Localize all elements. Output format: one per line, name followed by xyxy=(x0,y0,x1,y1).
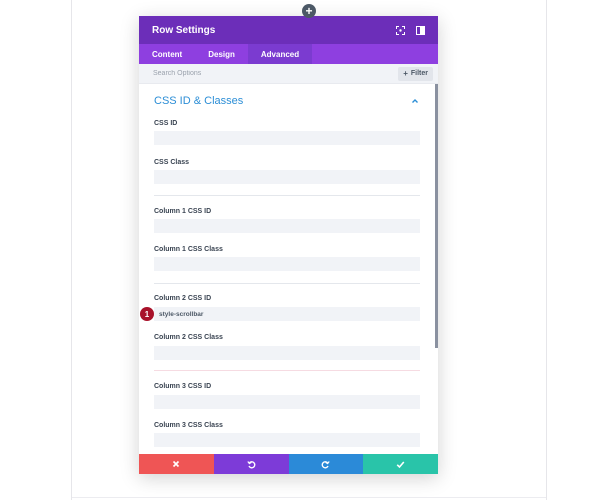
settings-tabs: Content Design Advanced xyxy=(139,44,438,64)
search-bar: + Filter xyxy=(139,64,438,84)
section-header[interactable]: CSS ID & Classes xyxy=(154,95,420,107)
modal-title: Row Settings xyxy=(152,24,216,36)
search-options-input[interactable] xyxy=(153,70,399,77)
column-3-css-class-input[interactable] xyxy=(154,433,420,447)
close-icon xyxy=(173,460,180,468)
field-label-column-2-css-class: Column 2 CSS Class xyxy=(154,334,223,341)
tab-advanced[interactable]: Advanced xyxy=(247,44,313,64)
tab-content[interactable]: Content xyxy=(139,44,195,64)
cancel-button[interactable] xyxy=(139,454,214,474)
divider xyxy=(154,370,420,371)
chevron-up-icon[interactable] xyxy=(410,96,420,106)
add-row-button[interactable]: + xyxy=(302,4,316,18)
column-2-css-id-input[interactable] xyxy=(154,307,420,321)
divider xyxy=(154,283,420,284)
column-1-css-class-input[interactable] xyxy=(154,257,420,271)
filter-button[interactable]: + Filter xyxy=(398,66,433,81)
column-3-css-id-input[interactable] xyxy=(154,395,420,409)
check-icon xyxy=(396,460,405,468)
field-label-css-id: CSS ID xyxy=(154,120,178,127)
redo-button[interactable] xyxy=(288,454,364,474)
column-2-css-class-input[interactable] xyxy=(154,346,420,360)
field-label-css-class: CSS Class xyxy=(154,159,190,166)
row-settings-modal: Row Settings Content Design Advanced + F… xyxy=(139,16,438,474)
field-label-column-3-css-class: Column 3 CSS Class xyxy=(154,422,223,429)
settings-body[interactable]: CSS ID & Classes CSS ID CSS Class Column… xyxy=(139,84,438,454)
section-bottom-border xyxy=(72,497,546,498)
column-1-css-id-input[interactable] xyxy=(154,219,420,233)
filter-label: Filter xyxy=(410,70,428,77)
field-label-column-1-css-id: Column 1 CSS ID xyxy=(154,208,212,215)
scrollbar[interactable] xyxy=(435,84,438,348)
undo-icon xyxy=(246,460,256,468)
divider xyxy=(154,195,420,196)
expand-icon[interactable] xyxy=(392,22,408,38)
sidebar-toggle-icon[interactable] xyxy=(412,22,428,38)
section-title: CSS ID & Classes xyxy=(154,95,244,107)
css-id-input[interactable] xyxy=(154,131,420,145)
field-label-column-3-css-id: Column 3 CSS ID xyxy=(154,383,212,390)
redo-icon xyxy=(321,460,331,468)
field-label-column-1-css-class: Column 1 CSS Class xyxy=(154,246,223,253)
modal-header: Row Settings xyxy=(139,16,438,44)
tab-design[interactable]: Design xyxy=(195,44,248,64)
step-marker-badge: 1 xyxy=(140,307,154,321)
undo-button[interactable] xyxy=(213,454,289,474)
css-class-input[interactable] xyxy=(154,170,420,184)
modal-footer xyxy=(139,454,438,474)
field-label-column-2-css-id: Column 2 CSS ID xyxy=(154,295,212,302)
save-button[interactable] xyxy=(363,454,438,474)
plus-icon: + xyxy=(403,69,408,78)
